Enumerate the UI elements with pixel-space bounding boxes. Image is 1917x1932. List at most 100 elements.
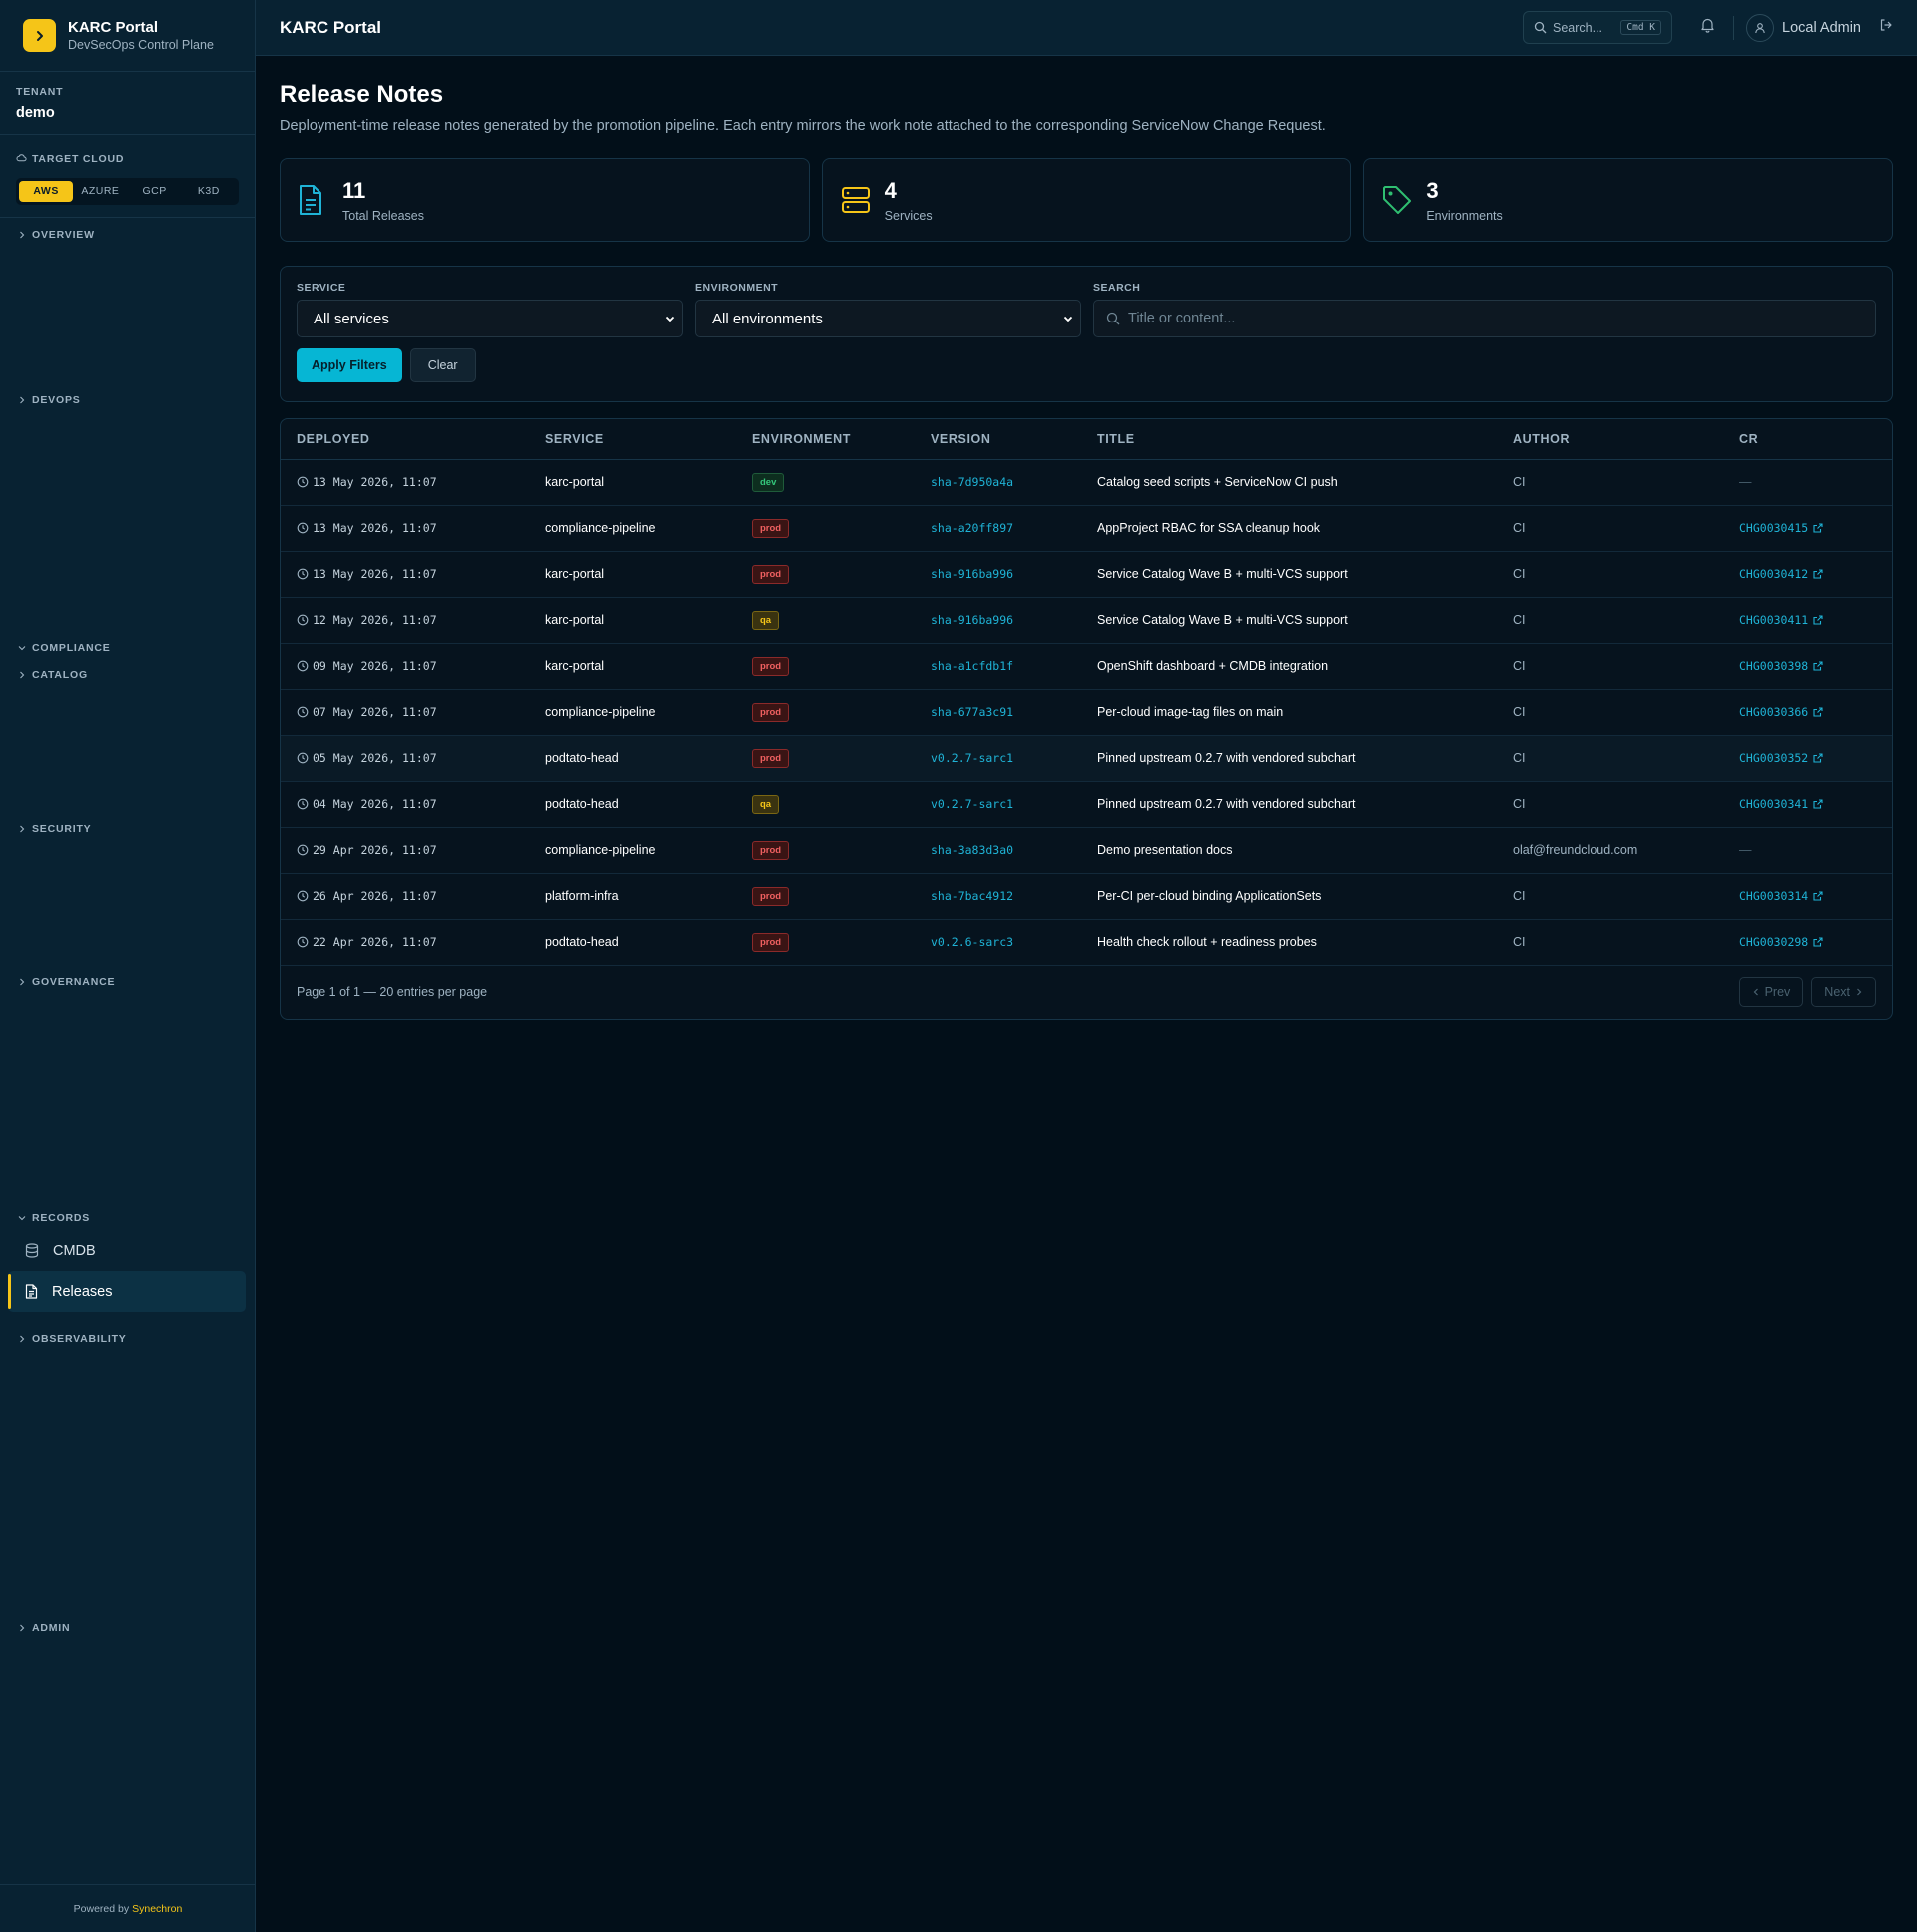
brand[interactable]: KARC Portal DevSecOps Control Plane — [0, 0, 255, 72]
cloud-tab-k3d[interactable]: K3D — [182, 181, 236, 202]
stat-value: 3 — [1426, 177, 1439, 203]
table-row[interactable]: 04 May 2026, 11:07 podtato-head qa v0.2.7-s… — [281, 781, 1892, 828]
cell-version: sha-7d950a4a — [915, 459, 1081, 506]
clock-icon — [297, 568, 309, 580]
column-header-version[interactable]: VERSION — [915, 419, 1081, 460]
column-header-title[interactable]: TITLE — [1081, 419, 1497, 460]
table-row[interactable]: 12 May 2026, 11:07 karc-portal qa sha-916ba… — [281, 597, 1892, 644]
service-select[interactable]: All services — [297, 300, 683, 337]
next-page-button[interactable]: Next — [1811, 976, 1876, 1007]
search-input[interactable]: Title or content... — [1093, 300, 1876, 337]
cloud-tab-aws[interactable]: AWS — [19, 181, 74, 202]
logout-icon[interactable] — [1879, 18, 1893, 37]
deployed-value: 13 May 2026, 11:07 — [313, 475, 437, 489]
cloud-tab-azure[interactable]: AZURE — [73, 181, 127, 202]
nav-section-security[interactable]: SECURITY — [18, 823, 92, 835]
cell-environment: prod — [736, 505, 915, 552]
topbar-title: KARC Portal — [280, 17, 382, 37]
sidebar-item-releases[interactable]: Releases — [8, 1271, 246, 1312]
change-request-link[interactable]: CHG0030412 — [1739, 567, 1823, 581]
change-request-link[interactable]: CHG0030298 — [1739, 935, 1823, 949]
sidebar-item-label: Releases — [52, 1283, 113, 1300]
table-row[interactable]: 13 May 2026, 11:07 compliance-pipeline pro… — [281, 505, 1892, 552]
cell-cr: CHG0030411 — [1723, 597, 1892, 644]
nav-section-records[interactable]: RECORDS — [18, 1212, 90, 1224]
avatar[interactable] — [1746, 13, 1774, 42]
column-header-author[interactable]: AUTHOR — [1497, 419, 1723, 460]
column-header-cr[interactable]: CR — [1723, 419, 1892, 460]
change-request-link[interactable]: CHG0030352 — [1739, 751, 1823, 765]
cr-value: CHG0030412 — [1739, 567, 1809, 581]
cell-title: Demo presentation docs — [1081, 827, 1497, 874]
cell-service: platform-infra — [529, 873, 736, 920]
external-link-icon — [1813, 615, 1823, 625]
search-filter-label: SEARCH — [1093, 282, 1141, 294]
tenant-label: TENANT — [16, 86, 64, 98]
chevron-right-icon — [20, 825, 25, 833]
env-badge: prod — [752, 748, 790, 768]
column-header-deployed[interactable]: DEPLOYED — [281, 419, 529, 460]
nav-section-governance[interactable]: GOVERNANCE — [18, 976, 115, 988]
table-row[interactable]: 29 Apr 2026, 11:07 compliance-pipeline pro… — [281, 827, 1892, 874]
change-request-link[interactable]: CHG0030398 — [1739, 659, 1823, 673]
nav-section-compliance[interactable]: COMPLIANCE — [18, 642, 111, 654]
nav-section-devops[interactable]: DEVOPS — [18, 394, 81, 406]
cell-deployed: 29 Apr 2026, 11:07 — [281, 827, 529, 874]
change-request-link[interactable]: CHG0030411 — [1739, 613, 1823, 627]
change-request-link[interactable]: CHG0030341 — [1739, 797, 1823, 811]
deployed-value: 12 May 2026, 11:07 — [313, 613, 437, 627]
service-select-value: All services — [314, 310, 389, 327]
table-row[interactable]: 22 Apr 2026, 11:07 podtato-head prod v0.2.6… — [281, 919, 1892, 966]
releases-table-card: DEPLOYED SERVICE ENVIRONMENT VERSION TIT… — [280, 418, 1893, 1020]
topbar: KARC Portal Search... Cmd K Local Admin — [256, 0, 1917, 56]
deployed-value: 29 Apr 2026, 11:07 — [313, 843, 437, 857]
change-request-link[interactable]: CHG0030366 — [1739, 705, 1823, 719]
environment-select[interactable]: All environments — [695, 300, 1081, 337]
column-header-environment[interactable]: ENVIRONMENT — [736, 419, 915, 460]
footer-brand[interactable]: Synechron — [132, 1903, 182, 1915]
cell-cr: CHG0030366 — [1723, 689, 1892, 736]
table-row[interactable]: 07 May 2026, 11:07 compliance-pipeline pro… — [281, 689, 1892, 736]
external-link-icon — [1813, 753, 1823, 763]
env-badge: prod — [752, 656, 790, 676]
username[interactable]: Local Admin — [1782, 20, 1861, 36]
prev-page-button[interactable]: Prev — [1738, 976, 1804, 1007]
change-request-link[interactable]: CHG0030314 — [1739, 889, 1823, 903]
cell-service: podtato-head — [529, 735, 736, 782]
table-row[interactable]: 13 May 2026, 11:07 karc-portal dev sha-7d95… — [281, 459, 1892, 506]
cell-deployed: 22 Apr 2026, 11:07 — [281, 919, 529, 966]
tenant-value[interactable]: demo — [16, 105, 239, 121]
cell-version: sha-916ba996 — [915, 597, 1081, 644]
cell-author: CI — [1497, 459, 1723, 506]
table-row[interactable]: 13 May 2026, 11:07 karc-portal prod sha-916… — [281, 551, 1892, 598]
topbar-divider — [1733, 15, 1734, 40]
cell-environment: qa — [736, 781, 915, 828]
table-row[interactable]: 05 May 2026, 11:07 podtato-head prod v0.2.7… — [281, 735, 1892, 782]
clear-filters-button[interactable]: Clear — [409, 348, 476, 382]
sidebar: KARC Portal DevSecOps Control Plane TENA… — [0, 0, 256, 1932]
nav-section-observability[interactable]: OBSERVABILITY — [18, 1333, 127, 1345]
external-link-icon — [1813, 523, 1823, 533]
cell-version: sha-3a83d3a0 — [915, 827, 1081, 874]
cloud-tab-gcp[interactable]: GCP — [128, 181, 182, 202]
sidebar-item-cmdb[interactable]: CMDB — [8, 1230, 246, 1271]
global-search-button[interactable]: Search... Cmd K — [1523, 11, 1672, 44]
nav-section-overview[interactable]: OVERVIEW — [18, 229, 95, 241]
column-header-service[interactable]: SERVICE — [529, 419, 736, 460]
clock-icon — [297, 706, 309, 718]
nav-section-admin[interactable]: ADMIN — [18, 1622, 70, 1634]
environment-select-value: All environments — [712, 310, 823, 327]
bell-icon[interactable] — [1700, 17, 1715, 38]
clock-icon — [297, 614, 309, 626]
cr-empty: — — [1739, 475, 1752, 489]
table-row[interactable]: 26 Apr 2026, 11:07 platform-infra prod sha-… — [281, 873, 1892, 920]
nav-section-label: GOVERNANCE — [32, 976, 116, 988]
deployed-value: 07 May 2026, 11:07 — [313, 705, 437, 719]
target-cloud-block: TARGET CLOUD AWS AZURE GCP K3D — [0, 135, 255, 218]
table-row[interactable]: 09 May 2026, 11:07 karc-portal prod sha-a1c… — [281, 643, 1892, 690]
nav-section-catalog[interactable]: CATALOG — [18, 669, 88, 681]
apply-filters-button[interactable]: Apply Filters — [297, 348, 402, 382]
env-badge: qa — [752, 610, 780, 630]
change-request-link[interactable]: CHG0030415 — [1739, 521, 1823, 535]
deployed-value: 26 Apr 2026, 11:07 — [313, 889, 437, 903]
